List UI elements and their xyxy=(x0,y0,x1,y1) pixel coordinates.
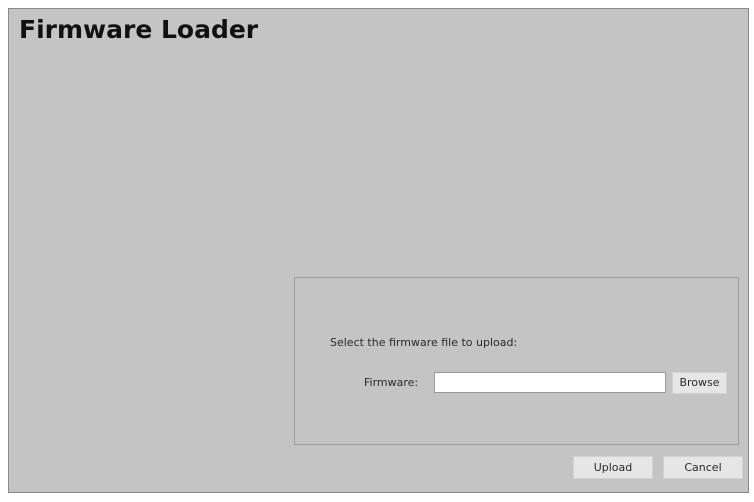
upload-panel: Select the firmware file to upload: Firm… xyxy=(294,277,739,445)
cancel-button[interactable]: Cancel xyxy=(663,456,743,479)
firmware-label: Firmware: xyxy=(364,376,419,389)
page-title: Firmware Loader xyxy=(19,15,259,44)
firmware-file-input[interactable] xyxy=(434,372,666,393)
firmware-loader-window: Firmware Loader Select the firmware file… xyxy=(8,8,749,493)
browse-button[interactable]: Browse xyxy=(672,372,727,394)
upload-button[interactable]: Upload xyxy=(573,456,653,479)
upload-prompt: Select the firmware file to upload: xyxy=(330,336,518,349)
